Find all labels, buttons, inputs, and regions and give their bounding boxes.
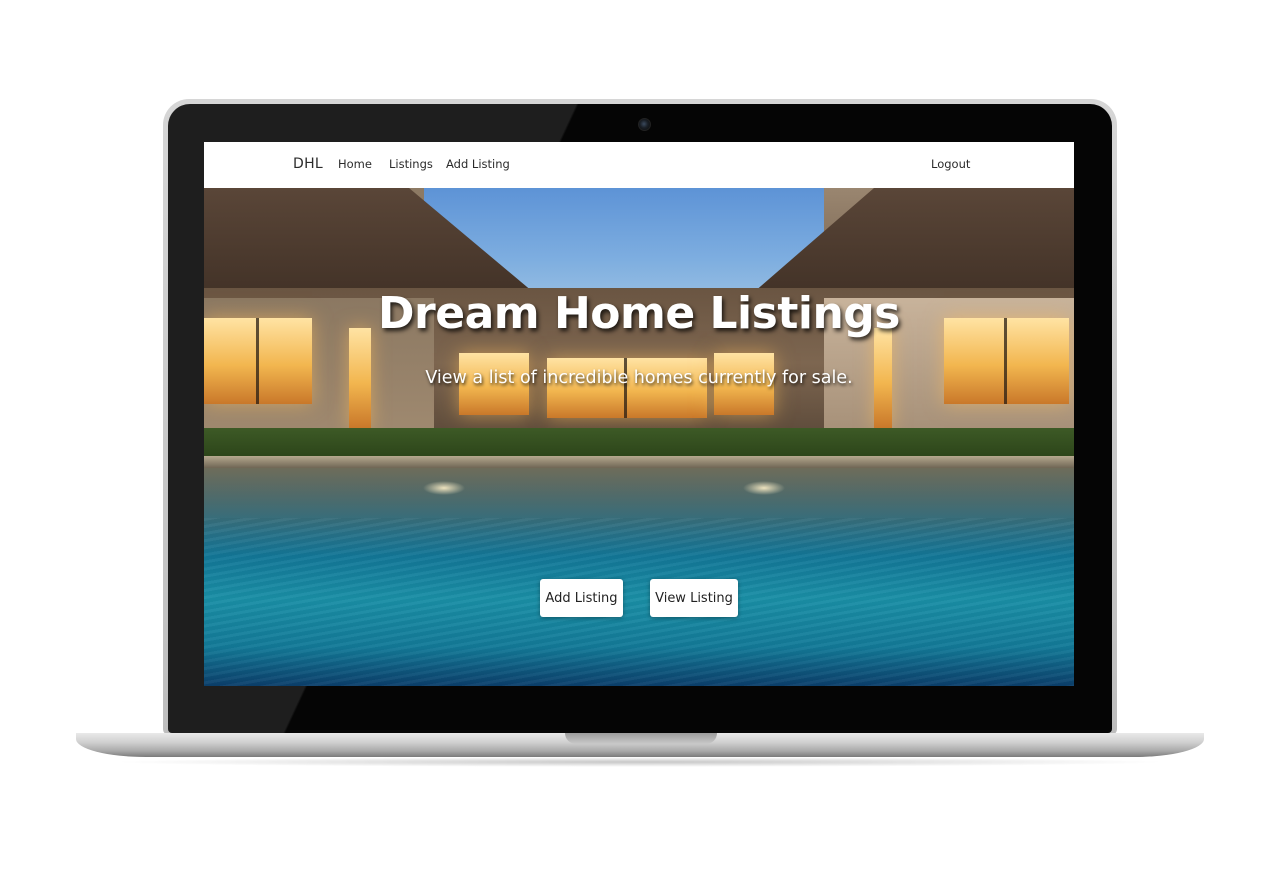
nav-brand[interactable]: DHL	[293, 142, 323, 186]
hero-subtitle: View a list of incredible homes currentl…	[425, 368, 853, 388]
hero-window-glow	[547, 358, 707, 418]
hero-pool-edge	[204, 456, 1074, 468]
laptop-notch	[565, 733, 717, 744]
laptop-screen: DHL Home Listings Add Listing Logout Dre…	[204, 142, 1074, 686]
hero-window-frame	[624, 358, 627, 418]
hero-pool-ripple	[204, 518, 1074, 686]
top-navbar: DHL Home Listings Add Listing Logout	[204, 142, 1074, 188]
hero-title: Dream Home Listings	[378, 288, 900, 339]
laptop-shadow	[110, 757, 1170, 767]
webcam-icon	[638, 118, 651, 131]
logout-link[interactable]: Logout	[931, 142, 970, 186]
nav-link-home[interactable]: Home	[338, 142, 372, 186]
hero-section: Dream Home Listings View a list of incre…	[204, 188, 1074, 686]
view-listing-button[interactable]: View Listing	[650, 579, 738, 617]
nav-link-listings[interactable]: Listings	[389, 142, 433, 186]
nav-link-add-listing[interactable]: Add Listing	[446, 142, 510, 186]
add-listing-button[interactable]: Add Listing	[540, 579, 623, 617]
hero-lawn	[204, 428, 1074, 458]
